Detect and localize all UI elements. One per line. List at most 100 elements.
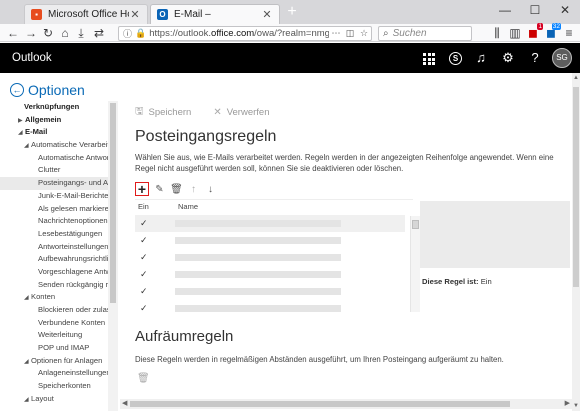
maximize-icon[interactable]: ☐ <box>520 0 550 20</box>
scrollbar-thumb[interactable] <box>573 87 579 287</box>
save-disk-icon: 🖫 <box>135 106 144 117</box>
sidebar-item[interactable]: Nachrichtenoptionen <box>0 215 108 228</box>
scrollbar-thumb[interactable] <box>130 401 510 407</box>
sidebar-item-email[interactable]: ◢ E-Mail <box>0 126 108 139</box>
info-icon[interactable]: ⓘ <box>123 27 132 40</box>
addon-icon[interactable]: ◼ 1 <box>526 23 543 41</box>
table-row[interactable]: ✓ <box>135 283 405 300</box>
checkmark-icon[interactable]: ✓ <box>140 253 148 262</box>
cleanup-rules-description: Diese Regeln werden in regelmäßigen Abst… <box>135 355 504 364</box>
sidebar-item[interactable]: Weiterleitung <box>0 329 108 342</box>
page-scrollbar[interactable]: ▲ ▼ <box>572 73 580 411</box>
sidebar-item[interactable]: Anlageneinstellungen <box>0 367 108 380</box>
sidebar-item-attachment-options[interactable]: ◢ Optionen für Anlagen <box>0 355 108 368</box>
download-icon[interactable]: ⤓ <box>74 25 88 41</box>
move-down-arrow-icon[interactable]: ↓ <box>204 183 217 196</box>
options-back-button[interactable]: ← Optionen <box>10 82 85 98</box>
sidebar-item[interactable]: Verbundene Konten <box>0 317 108 330</box>
discard-button[interactable]: ✕ Verwerfen <box>213 104 269 121</box>
sidebar-item[interactable]: Lesebestätigungen <box>0 228 108 241</box>
sidebar-item-allgemein[interactable]: ▶ Allgemein <box>0 114 108 127</box>
pocket-icon[interactable]: ◫ <box>343 28 357 39</box>
scroll-up-icon[interactable]: ▲ <box>572 75 580 81</box>
delete-trash-icon[interactable]: 🗑 <box>170 183 183 196</box>
checkmark-icon[interactable]: ✓ <box>140 236 148 245</box>
sidebar-item[interactable]: Verknüpfungen <box>0 101 108 114</box>
sidebar-item[interactable]: Vorgeschlagene Antworten <box>0 266 108 279</box>
horizontal-scrollbar[interactable]: ◀ ▶ <box>120 399 572 409</box>
sidebar-item[interactable]: Senden rückgängig machen <box>0 279 108 292</box>
add-rule-button[interactable]: + <box>135 182 149 196</box>
avatar[interactable]: SG <box>552 48 572 68</box>
settings-gear-icon[interactable]: ⚙ <box>500 50 516 66</box>
scroll-left-icon[interactable]: ◀ <box>122 399 127 409</box>
sidebar-item-automatic-processing[interactable]: ◢Automatische Verarbeitung <box>0 139 108 152</box>
sidebar-item[interactable]: POP und IMAP <box>0 342 108 355</box>
rule-preview-box <box>420 201 570 268</box>
sidebar-item[interactable]: Clutter <box>0 164 108 177</box>
menu-icon[interactable]: ≡ <box>562 25 576 41</box>
app-launcher-icon[interactable] <box>423 53 435 65</box>
url-bar[interactable]: ⓘ 🔒 https://outlook.office.com/owa/?real… <box>118 26 372 41</box>
checkmark-icon[interactable]: ✓ <box>140 287 148 296</box>
scroll-right-icon[interactable]: ▶ <box>565 399 570 409</box>
checkmark-icon[interactable]: ✓ <box>140 270 148 279</box>
sidebar-item[interactable]: Speicherkonten <box>0 380 108 393</box>
save-button[interactable]: 🖫 Speichern <box>135 104 191 121</box>
scrollbar-thumb[interactable] <box>110 103 116 303</box>
sidebar-item[interactable]: Junk-E-Mail-Berichterstattung <box>0 190 108 203</box>
reload-icon[interactable]: ↻ <box>41 25 55 41</box>
sidebar-item[interactable]: Als gelesen markieren <box>0 203 108 216</box>
sidebar-item[interactable]: Aufbewahrungsrichtlinien <box>0 253 108 266</box>
table-row[interactable]: ✓ <box>135 232 405 249</box>
notifications-bell-icon[interactable]: ♫ <box>473 50 489 66</box>
sync-icon[interactable]: ⇄ <box>92 25 106 41</box>
table-row[interactable]: ✓ <box>135 300 405 312</box>
minimize-icon[interactable]: — <box>490 0 520 20</box>
page-actions-icon[interactable]: ⋯ <box>329 28 343 39</box>
main-content: 🖫 Speichern ✕ Verwerfen Posteingangsrege… <box>120 73 572 411</box>
extension-icon[interactable]: ◼ 32 <box>544 23 561 41</box>
checkmark-icon[interactable]: ✓ <box>140 304 148 313</box>
rules-scrollbar[interactable] <box>410 216 420 312</box>
checkmark-icon[interactable]: ✓ <box>140 219 148 228</box>
close-window-icon[interactable]: ✕ <box>550 0 580 20</box>
sidebar-scrollbar[interactable] <box>108 101 118 411</box>
table-row[interactable]: ✓ <box>135 266 405 283</box>
collapse-triangle-icon: ◢ <box>18 130 23 137</box>
page-title: Posteingangsregeln <box>135 128 277 145</box>
browser-tab-bar: ▪ Microsoft Office Home ✕ O E-Mail – ✕ +… <box>0 0 580 24</box>
sidebar-item-accounts[interactable]: ◢ Konten <box>0 291 108 304</box>
table-row[interactable]: ✓ <box>135 215 405 232</box>
bookmark-star-icon[interactable]: ☆ <box>357 28 371 39</box>
sidebar-icon[interactable]: ▥ <box>508 25 522 41</box>
delete-trash-icon[interactable]: 🗑 <box>137 373 150 384</box>
tab-title: E-Mail – <box>174 9 211 20</box>
close-tab-icon[interactable]: ✕ <box>129 8 141 21</box>
home-icon[interactable]: ⌂ <box>58 25 72 41</box>
forward-arrow-icon[interactable]: → <box>24 25 38 41</box>
options-toolbar: 🖫 Speichern ✕ Verwerfen <box>135 104 291 121</box>
new-tab-button[interactable]: + <box>284 4 300 21</box>
help-icon[interactable]: ? <box>527 50 543 66</box>
move-up-arrow-icon[interactable]: ↑ <box>187 183 200 196</box>
skype-icon[interactable]: S <box>449 52 462 65</box>
scroll-down-icon[interactable]: ▼ <box>572 403 580 409</box>
edit-pencil-icon[interactable]: ✎ <box>153 183 166 196</box>
sidebar-item-selected[interactable]: Posteingangs- und Aufräumregeln <box>0 177 108 190</box>
table-row[interactable]: ✓ <box>135 249 405 266</box>
sidebar-item[interactable]: Antworteinstellungen <box>0 241 108 254</box>
rule-status: Diese Regel ist: Ein <box>422 277 492 286</box>
collapse-triangle-icon: ◢ <box>24 396 29 403</box>
tab-email[interactable]: O E-Mail – ✕ <box>150 4 280 24</box>
sidebar-item[interactable]: Automatische Antworten <box>0 152 108 165</box>
options-nav-list: Verknüpfungen ▶ Allgemein ◢ E-Mail ◢ Automa… <box>0 101 108 406</box>
sidebar-item-layout[interactable]: ◢ Layout <box>0 393 108 406</box>
scrollbar-thumb[interactable] <box>412 220 419 229</box>
search-input[interactable]: ⌕ Suchen <box>378 26 472 41</box>
close-tab-icon[interactable]: ✕ <box>261 8 273 21</box>
tab-office-home[interactable]: ▪ Microsoft Office Home ✕ <box>24 4 148 24</box>
sidebar-item[interactable]: Blockieren oder zulassen <box>0 304 108 317</box>
library-icon[interactable]: ⫼ <box>490 25 504 41</box>
back-arrow-icon[interactable]: ← <box>6 25 20 41</box>
